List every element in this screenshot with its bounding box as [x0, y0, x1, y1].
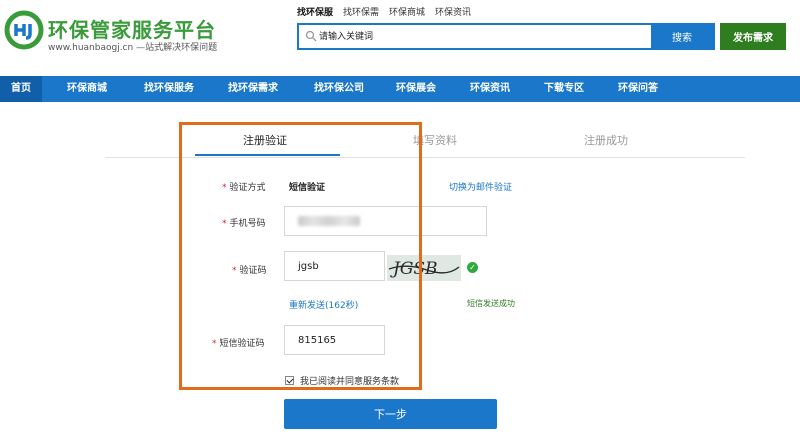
step-success: 注册成功 — [584, 134, 628, 147]
search-button[interactable]: 搜索 — [651, 25, 713, 48]
nav-downloads[interactable]: 下载专区 — [534, 76, 594, 102]
tab-find-service[interactable]: 找环保服 — [297, 5, 333, 18]
nav-mall[interactable]: 环保商城 — [52, 76, 122, 102]
tab-find-demand[interactable]: 找环保需 — [343, 5, 379, 18]
publish-demand-button[interactable]: 发布需求 — [720, 23, 786, 50]
nav-find-company[interactable]: 找环保公司 — [300, 76, 378, 102]
logo-title: 环保管家服务平台 — [48, 18, 216, 42]
tab-news[interactable]: 环保资讯 — [435, 5, 471, 18]
next-step-button[interactable]: 下一步 — [284, 399, 497, 429]
nav-find-service[interactable]: 找环保服务 — [130, 76, 208, 102]
nav-exhibition[interactable]: 环保展会 — [386, 76, 446, 102]
nav-qa[interactable]: 环保问答 — [608, 76, 668, 102]
captcha-valid-check-icon: ✓ — [467, 262, 478, 273]
search-icon — [305, 30, 317, 42]
search-input[interactable] — [319, 25, 649, 48]
logo-subtitle: www.huanbaogj.cn —站式解决环保问题 — [48, 43, 218, 53]
switch-to-email-link[interactable]: 切换为邮件验证 — [449, 180, 512, 193]
main-nav: 首页 环保商城 找环保服务 找环保需求 找环保公司 环保展会 环保资讯 下载专区… — [0, 76, 800, 102]
search-category-tabs: 找环保服 找环保需 环保商城 环保资讯 — [297, 5, 471, 18]
tab-mall[interactable]: 环保商城 — [389, 5, 425, 18]
logo-mark-icon — [4, 10, 44, 50]
search-bar: 搜索 — [297, 23, 715, 50]
nav-home[interactable]: 首页 — [0, 76, 42, 102]
sms-sent-status: 短信发送成功 — [467, 299, 515, 308]
nav-find-demand[interactable]: 找环保需求 — [214, 76, 292, 102]
highlight-box — [179, 122, 422, 390]
nav-news[interactable]: 环保资讯 — [460, 76, 520, 102]
site-logo[interactable]: 环保管家服务平台 www.huanbaogj.cn —站式解决环保问题 — [4, 6, 224, 56]
